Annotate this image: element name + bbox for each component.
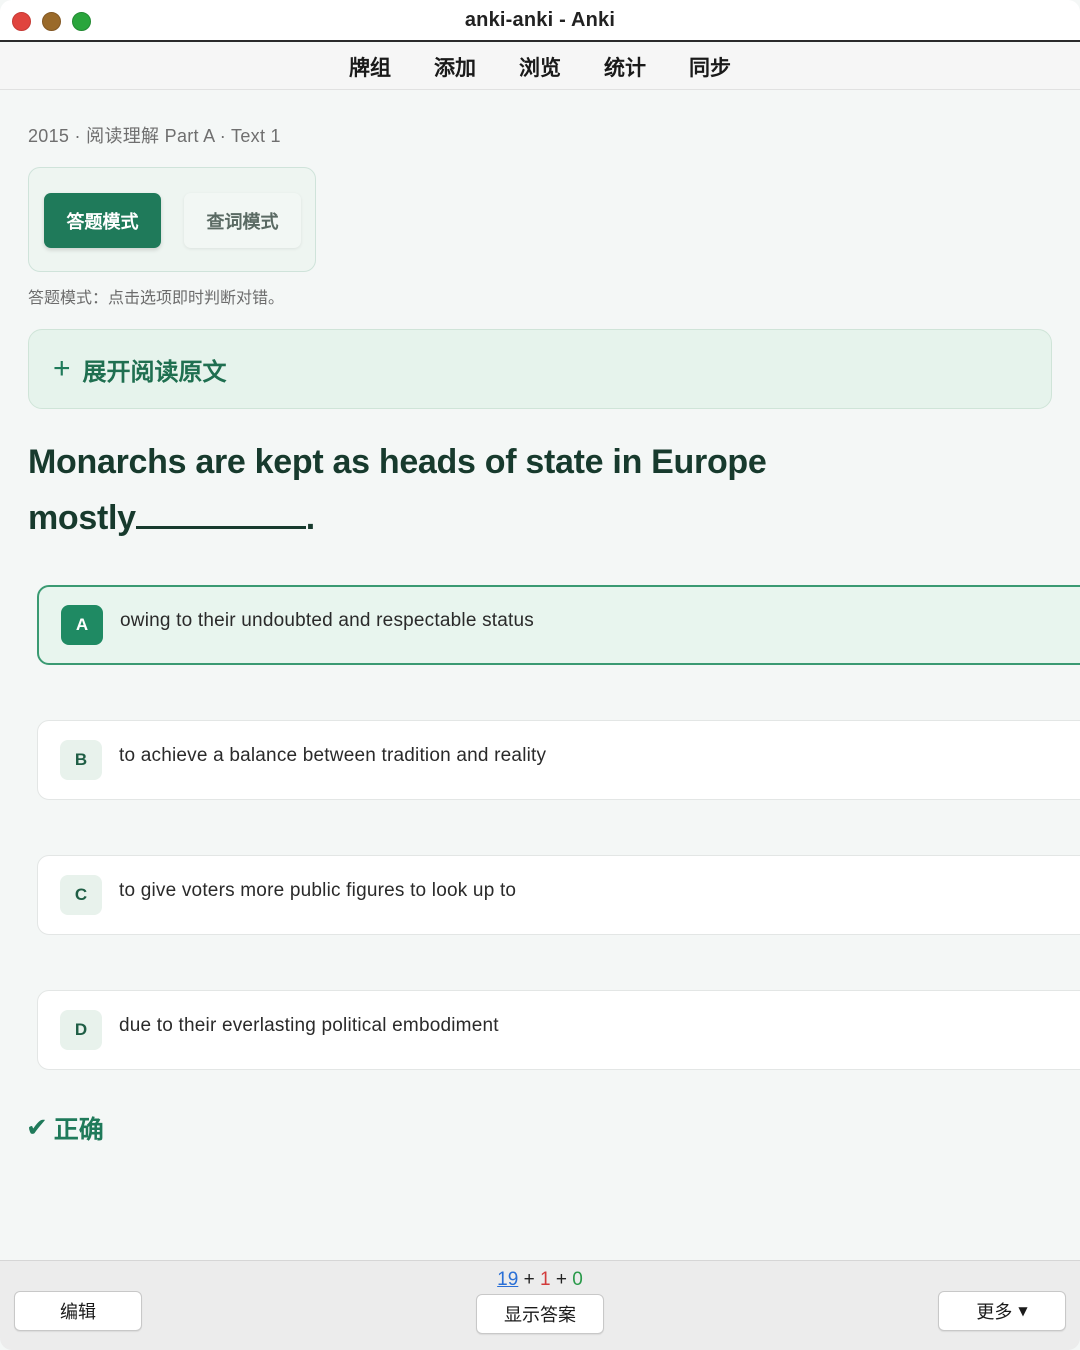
menu-sync[interactable]: 同步	[689, 52, 731, 82]
menu-browse[interactable]: 浏览	[519, 52, 561, 82]
menu-add[interactable]: 添加	[434, 52, 476, 82]
menu-stats[interactable]: 统计	[604, 52, 646, 82]
maximize-window-button[interactable]	[72, 12, 91, 31]
option-letter: A	[61, 605, 103, 645]
option-d[interactable]: D due to their everlasting political emb…	[37, 990, 1080, 1070]
review-count: 0	[572, 1269, 583, 1290]
close-window-button[interactable]	[12, 12, 31, 31]
show-answer-button[interactable]: 显示答案	[476, 1294, 604, 1334]
option-text: owing to their undoubted and respectable…	[120, 610, 534, 631]
edit-button[interactable]: 编辑	[14, 1291, 142, 1331]
option-text: to give voters more public figures to lo…	[119, 880, 517, 901]
plus-icon: +	[53, 352, 71, 385]
mode-switcher: 答题模式 查词模式	[28, 167, 316, 272]
count-separator: +	[523, 1269, 535, 1290]
mode-hint: 答题模式：点击选项即时判断对错。	[28, 288, 285, 307]
breadcrumb: 2015 · 阅读理解 Part A · Text 1	[28, 126, 281, 146]
check-icon: ✔	[26, 1113, 48, 1143]
window-title: anki-anki - Anki	[464, 8, 616, 31]
result-status: ✔ 正确	[26, 1110, 104, 1146]
lookup-mode-button[interactable]: 查词模式	[184, 193, 301, 248]
expand-passage-button[interactable]: + 展开阅读原文	[28, 329, 1052, 409]
option-letter: C	[60, 875, 102, 915]
question-end: .	[305, 499, 315, 537]
question-text: Monarchs are kept as heads of state in E…	[28, 434, 848, 546]
result-label: 正确	[53, 1115, 104, 1144]
option-letter: D	[60, 1010, 102, 1050]
option-text: to achieve a balance between tradition a…	[119, 745, 547, 766]
menu-decks[interactable]: 牌组	[349, 52, 391, 82]
option-c[interactable]: C to give voters more public figures to …	[37, 855, 1080, 935]
title-bar: anki-anki - Anki	[0, 0, 1080, 42]
count-separator: +	[555, 1269, 567, 1290]
more-label: 更多	[976, 1302, 1013, 1323]
top-menu: 牌组 添加 浏览 统计 同步	[0, 44, 1080, 90]
due-counts: 19 + 1 + 0	[0, 1269, 1080, 1291]
learn-count: 1	[539, 1269, 551, 1290]
option-letter: B	[60, 740, 102, 780]
more-button[interactable]: 更多 ▼	[938, 1291, 1066, 1331]
caret-down-icon: ▼	[1018, 1304, 1028, 1318]
expand-passage-label: 展开阅读原文	[82, 357, 227, 386]
new-count[interactable]: 19	[497, 1269, 518, 1290]
anki-window: anki-anki - Anki 牌组 添加 浏览 统计 同步 2015 · 阅…	[0, 0, 1080, 1350]
option-text: due to their everlasting political embod…	[119, 1015, 499, 1036]
bottom-bar: 19 + 1 + 0 编辑 显示答案 更多 ▼	[0, 1260, 1080, 1350]
option-a[interactable]: A owing to their undoubted and respectab…	[37, 585, 1080, 665]
option-b[interactable]: B to achieve a balance between tradition…	[37, 720, 1080, 800]
window-controls	[12, 12, 91, 31]
answer-mode-button[interactable]: 答题模式	[44, 193, 161, 248]
card-content: 2015 · 阅读理解 Part A · Text 1 答题模式 查词模式 答题…	[0, 90, 1080, 1260]
answer-blank	[135, 501, 306, 529]
minimize-window-button[interactable]	[42, 12, 61, 31]
